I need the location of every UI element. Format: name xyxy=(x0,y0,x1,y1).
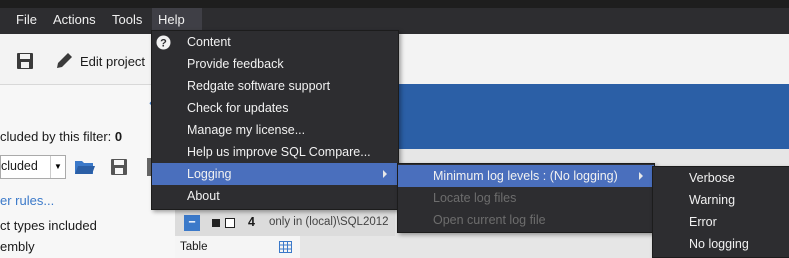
menu-item-min-log-levels[interactable]: Minimum log levels : (No logging) xyxy=(398,165,654,187)
submenu-arrow-icon xyxy=(639,172,643,180)
menu-item-no-logging[interactable]: No logging xyxy=(653,233,789,255)
log-level-submenu: Verbose Warning Error No logging xyxy=(652,166,789,258)
filter-count: 0 xyxy=(114,129,123,144)
grid-icon[interactable] xyxy=(279,241,292,253)
assembly-label: embly xyxy=(0,239,35,254)
collapse-group-icon[interactable]: − xyxy=(184,215,200,231)
menu-item-locate-logs: Locate log files xyxy=(433,191,517,205)
menu-item-verbose[interactable]: Verbose xyxy=(653,167,789,189)
filter-panel: « cluded by this filter: 0 cluded ▼ er r… xyxy=(0,85,175,258)
menu-item-support[interactable]: Redgate software support xyxy=(152,75,398,97)
object-types-label: ct types included xyxy=(0,218,97,233)
chevron-down-icon[interactable]: ▼ xyxy=(50,156,65,178)
edit-project-button[interactable]: Edit project xyxy=(80,54,145,69)
filter-summary: cluded by this filter: xyxy=(0,129,112,144)
menu-item-error[interactable]: Error xyxy=(653,211,789,233)
menu-file[interactable]: File xyxy=(10,8,43,34)
menu-item-improve[interactable]: Help us improve SQL Compare... xyxy=(152,141,398,163)
menu-item-logging[interactable]: Logging xyxy=(152,163,398,185)
save-icon[interactable] xyxy=(16,52,34,70)
filter-select[interactable]: cluded ▼ xyxy=(0,155,66,179)
menu-item-open-log: Open current log file xyxy=(433,213,546,227)
table-header-label: Table xyxy=(180,241,208,253)
menu-item-content[interactable]: Content xyxy=(152,31,398,53)
group-row: − 4 only in (local)\SQL2012 xyxy=(175,210,395,236)
menu-actions[interactable]: Actions xyxy=(47,8,102,34)
edit-rules-link[interactable]: er rules... xyxy=(0,193,54,208)
help-menu: ? Content Provide feedback Redgate softw… xyxy=(151,30,399,210)
table-column-header: Table xyxy=(175,236,300,258)
checkbox-empty-icon[interactable] xyxy=(225,218,235,228)
logging-submenu: Minimum log levels : (No logging) Locate… xyxy=(397,163,655,233)
menu-item-warning[interactable]: Warning xyxy=(653,189,789,211)
menu-item-license[interactable]: Manage my license... xyxy=(152,119,398,141)
group-count: 4 xyxy=(248,215,255,229)
open-folder-icon[interactable] xyxy=(74,158,96,176)
save-filter-icon[interactable] xyxy=(110,158,128,176)
menu-item-feedback[interactable]: Provide feedback xyxy=(152,53,398,75)
menu-item-about[interactable]: About xyxy=(152,185,398,207)
menu-tools[interactable]: Tools xyxy=(106,8,148,34)
edit-pencil-icon[interactable] xyxy=(54,51,74,71)
group-label: only in (local)\SQL2012 xyxy=(269,216,389,228)
window-top-strip xyxy=(0,0,789,8)
checkbox-filled-icon[interactable] xyxy=(212,219,220,227)
submenu-arrow-icon xyxy=(383,170,387,178)
menu-item-check-updates[interactable]: Check for updates xyxy=(152,97,398,119)
